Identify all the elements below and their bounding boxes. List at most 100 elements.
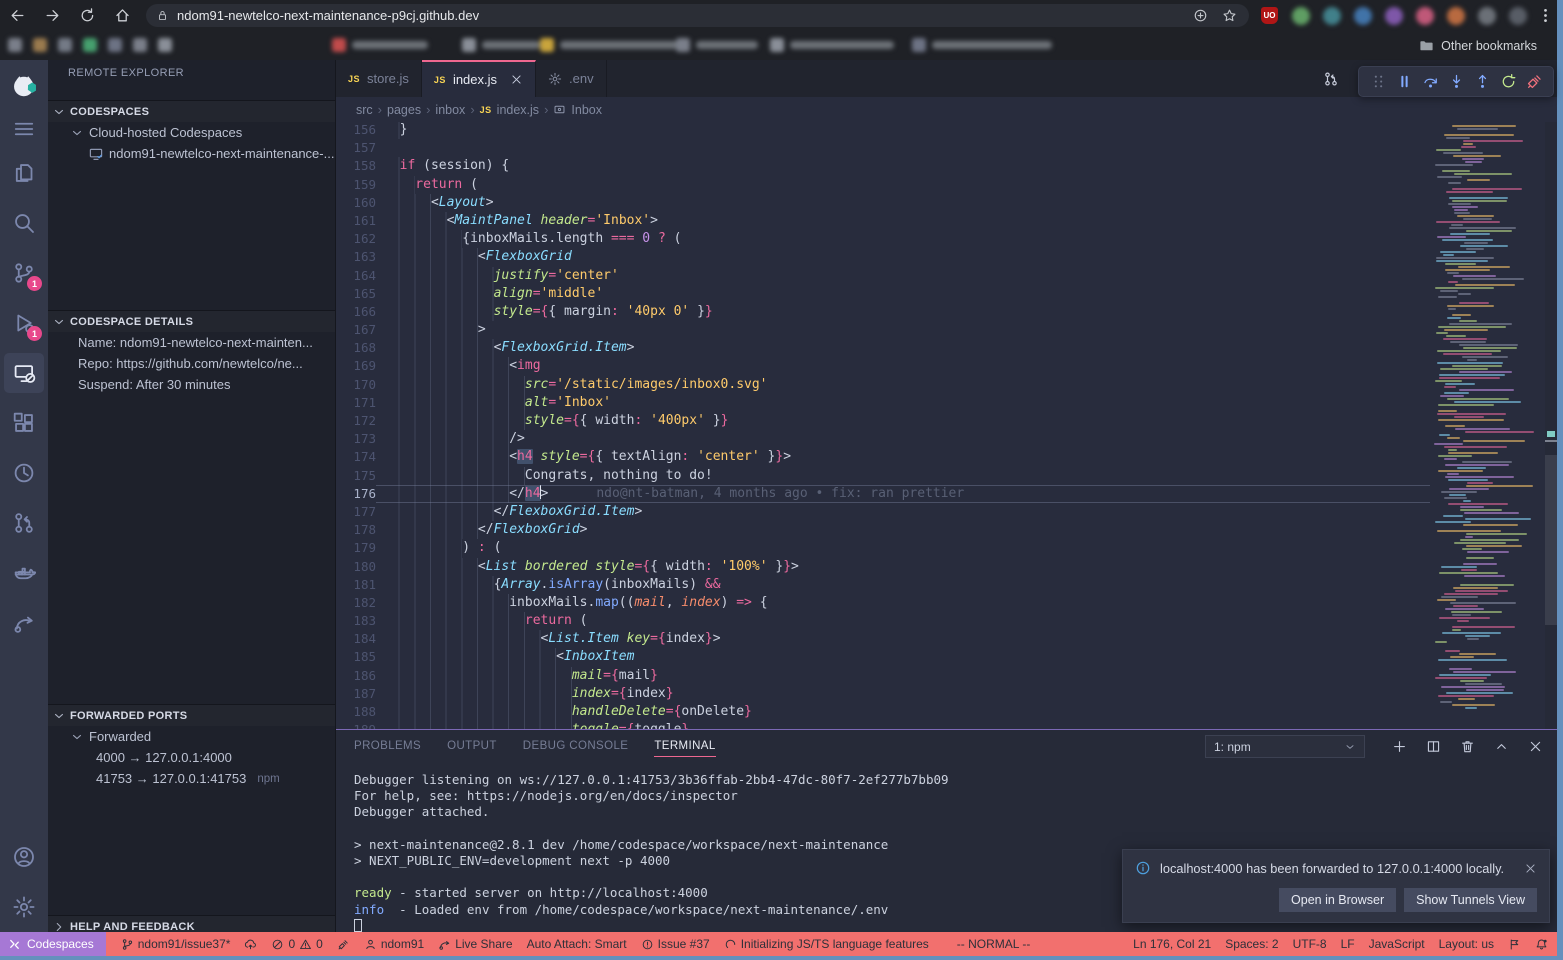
other-bookmarks[interactable]: Other bookmarks (1419, 38, 1563, 53)
bookmark-item[interactable] (770, 38, 894, 52)
tab-store-js[interactable]: JS store.js (336, 60, 422, 97)
status-remote-codespaces[interactable]: Codespaces (0, 932, 106, 956)
code-line-164[interactable]: 164justify='center' (336, 267, 1430, 285)
status-notifications[interactable] (1528, 938, 1555, 951)
section-forwarded-ports[interactable]: FORWARDED PORTS (48, 704, 335, 726)
code-line-166[interactable]: 166style={{ margin: '40px 0' }} (336, 303, 1430, 321)
code-line-176[interactable]: 176</h4>ndo@nt-batman, 4 months ago • fi… (336, 485, 1430, 503)
menu-icon[interactable] (0, 110, 48, 148)
editor-action-icon[interactable] (1323, 71, 1339, 87)
code-line-159[interactable]: 159return ( (336, 176, 1430, 194)
status-auto-attach[interactable]: Auto Attach: Smart (520, 937, 634, 951)
port-row-41753[interactable]: 41753 → 127.0.0.1:41753 npm (48, 768, 335, 789)
code-line-178[interactable]: 178</FlexboxGrid> (336, 521, 1430, 539)
maximize-panel-icon[interactable] (1494, 739, 1509, 754)
overview-ruler[interactable] (1545, 122, 1557, 729)
code-line-179[interactable]: 179) : ( (336, 539, 1430, 557)
code-line-160[interactable]: 160<Layout> (336, 194, 1430, 212)
browser-extension-icon[interactable] (1385, 7, 1403, 25)
code-line-158[interactable]: 158if (session) { (336, 157, 1430, 175)
source-control-icon[interactable]: 1 (0, 248, 48, 298)
bookmark-item[interactable] (332, 38, 428, 52)
code-line-162[interactable]: 162{inboxMails.length === 0 ? ( (336, 230, 1430, 248)
code-line-168[interactable]: 168<FlexboxGrid.Item> (336, 339, 1430, 357)
step-over-icon[interactable] (1422, 73, 1439, 90)
extension-icons[interactable] (1292, 7, 1527, 25)
breadcrumb-pages[interactable]: pages (387, 103, 421, 117)
code-line-157[interactable]: 157 (336, 139, 1430, 157)
url-text[interactable]: ndom91-newtelco-next-maintenance-p9cj.gi… (177, 8, 1193, 23)
remote-explorer-icon[interactable] (0, 348, 48, 398)
status-feedback[interactable] (1501, 938, 1528, 951)
status-live-share[interactable]: Live Share (431, 937, 519, 951)
status-line-col[interactable]: Ln 176, Col 21 (1126, 937, 1218, 951)
tab-debug-console[interactable]: DEBUG CONSOLE (523, 736, 629, 756)
status-user[interactable]: ndom91 (357, 937, 431, 951)
close-panel-icon[interactable] (1528, 739, 1543, 754)
browser-extension-icon[interactable] (1354, 7, 1372, 25)
ublock-extension-icon[interactable]: UO (1261, 7, 1278, 24)
codespaces-logo-icon[interactable] (0, 60, 48, 110)
status-language[interactable]: JavaScript (1362, 937, 1432, 951)
code-line-167[interactable]: 167> (336, 321, 1430, 339)
drag-handle-icon[interactable] (1370, 73, 1387, 90)
pull-requests-icon[interactable] (0, 498, 48, 548)
code-editor[interactable]: 156}157158if (session) {159return (160<L… (336, 122, 1557, 729)
status-debug-attach[interactable] (330, 938, 357, 951)
browser-menu-icon[interactable] (1537, 7, 1554, 24)
bookmark-item[interactable] (912, 38, 1052, 52)
section-codespaces[interactable]: CODESPACES (48, 100, 335, 122)
status-branch[interactable]: ndom91/issue37* (114, 937, 238, 951)
bookmark-items[interactable] (0, 31, 1419, 60)
bookmark-item[interactable] (462, 38, 540, 52)
tab-problems[interactable]: PROBLEMS (354, 736, 421, 756)
code-line-182[interactable]: 182inboxMails.map((mail, index) => { (336, 594, 1430, 612)
breadcrumb-file[interactable]: index.js (497, 103, 539, 117)
back-icon[interactable] (9, 7, 26, 24)
tab-output[interactable]: OUTPUT (447, 736, 497, 756)
section-codespace-details[interactable]: CODESPACE DETAILS (48, 310, 335, 332)
tab-index-js[interactable]: JS index.js (422, 60, 536, 97)
status-issue[interactable]: Issue #37 (634, 937, 717, 951)
browser-extension-icon[interactable] (1323, 7, 1341, 25)
close-tab-icon[interactable] (510, 73, 523, 86)
code-line-187[interactable]: 187index={index} (336, 685, 1430, 703)
code-line-156[interactable]: 156} (336, 122, 1430, 139)
scrollbar-slider[interactable] (1545, 455, 1557, 625)
extensions-icon[interactable] (0, 398, 48, 448)
browser-extension-icon[interactable] (1416, 7, 1434, 25)
port-row-4000[interactable]: 4000 → 127.0.0.1:4000 (48, 747, 335, 768)
explorer-icon[interactable] (0, 148, 48, 198)
status-keyboard-layout[interactable]: Layout: us (1432, 937, 1501, 951)
browser-extension-icon[interactable] (1292, 7, 1310, 25)
settings-gear-icon[interactable] (0, 882, 48, 932)
bookmark-item[interactable] (108, 38, 122, 52)
browser-extension-icon[interactable] (1447, 7, 1465, 25)
code-line-181[interactable]: 181{Array.isArray(inboxMails) && (336, 576, 1430, 594)
forward-icon[interactable] (44, 7, 61, 24)
breadcrumb-inbox[interactable]: inbox (435, 103, 465, 117)
bookmark-item[interactable] (33, 38, 47, 52)
step-into-icon[interactable] (1448, 73, 1465, 90)
tree-codespace-item[interactable]: ndom91-newtelco-next-maintenance-... (48, 143, 335, 164)
open-in-browser-button[interactable]: Open in Browser (1279, 888, 1396, 912)
bookmark-item[interactable] (540, 38, 678, 52)
terminal-select[interactable]: 1: npm (1205, 735, 1365, 758)
show-tunnels-button[interactable]: Show Tunnels View (1404, 888, 1537, 912)
tab-env[interactable]: .env (536, 60, 607, 97)
zoom-icon[interactable] (1193, 8, 1208, 23)
browser-extension-icon[interactable] (1478, 7, 1496, 25)
code-line-172[interactable]: 172style={{ width: '400px' }} (336, 412, 1430, 430)
account-icon[interactable] (0, 832, 48, 882)
status-encoding[interactable]: UTF-8 (1286, 937, 1334, 951)
search-icon[interactable] (0, 198, 48, 248)
bookmark-item[interactable] (83, 38, 97, 52)
code-line-183[interactable]: 183return ( (336, 612, 1430, 630)
run-debug-icon[interactable]: 1 (0, 298, 48, 348)
bookmark-item[interactable] (8, 38, 22, 52)
status-sync[interactable] (237, 938, 264, 951)
code-line-174[interactable]: 174<h4 style={{ textAlign: 'center' }}> (336, 448, 1430, 466)
docker-icon[interactable] (0, 548, 48, 598)
code-line-163[interactable]: 163<FlexboxGrid (336, 248, 1430, 266)
code-line-185[interactable]: 185<InboxItem (336, 648, 1430, 666)
